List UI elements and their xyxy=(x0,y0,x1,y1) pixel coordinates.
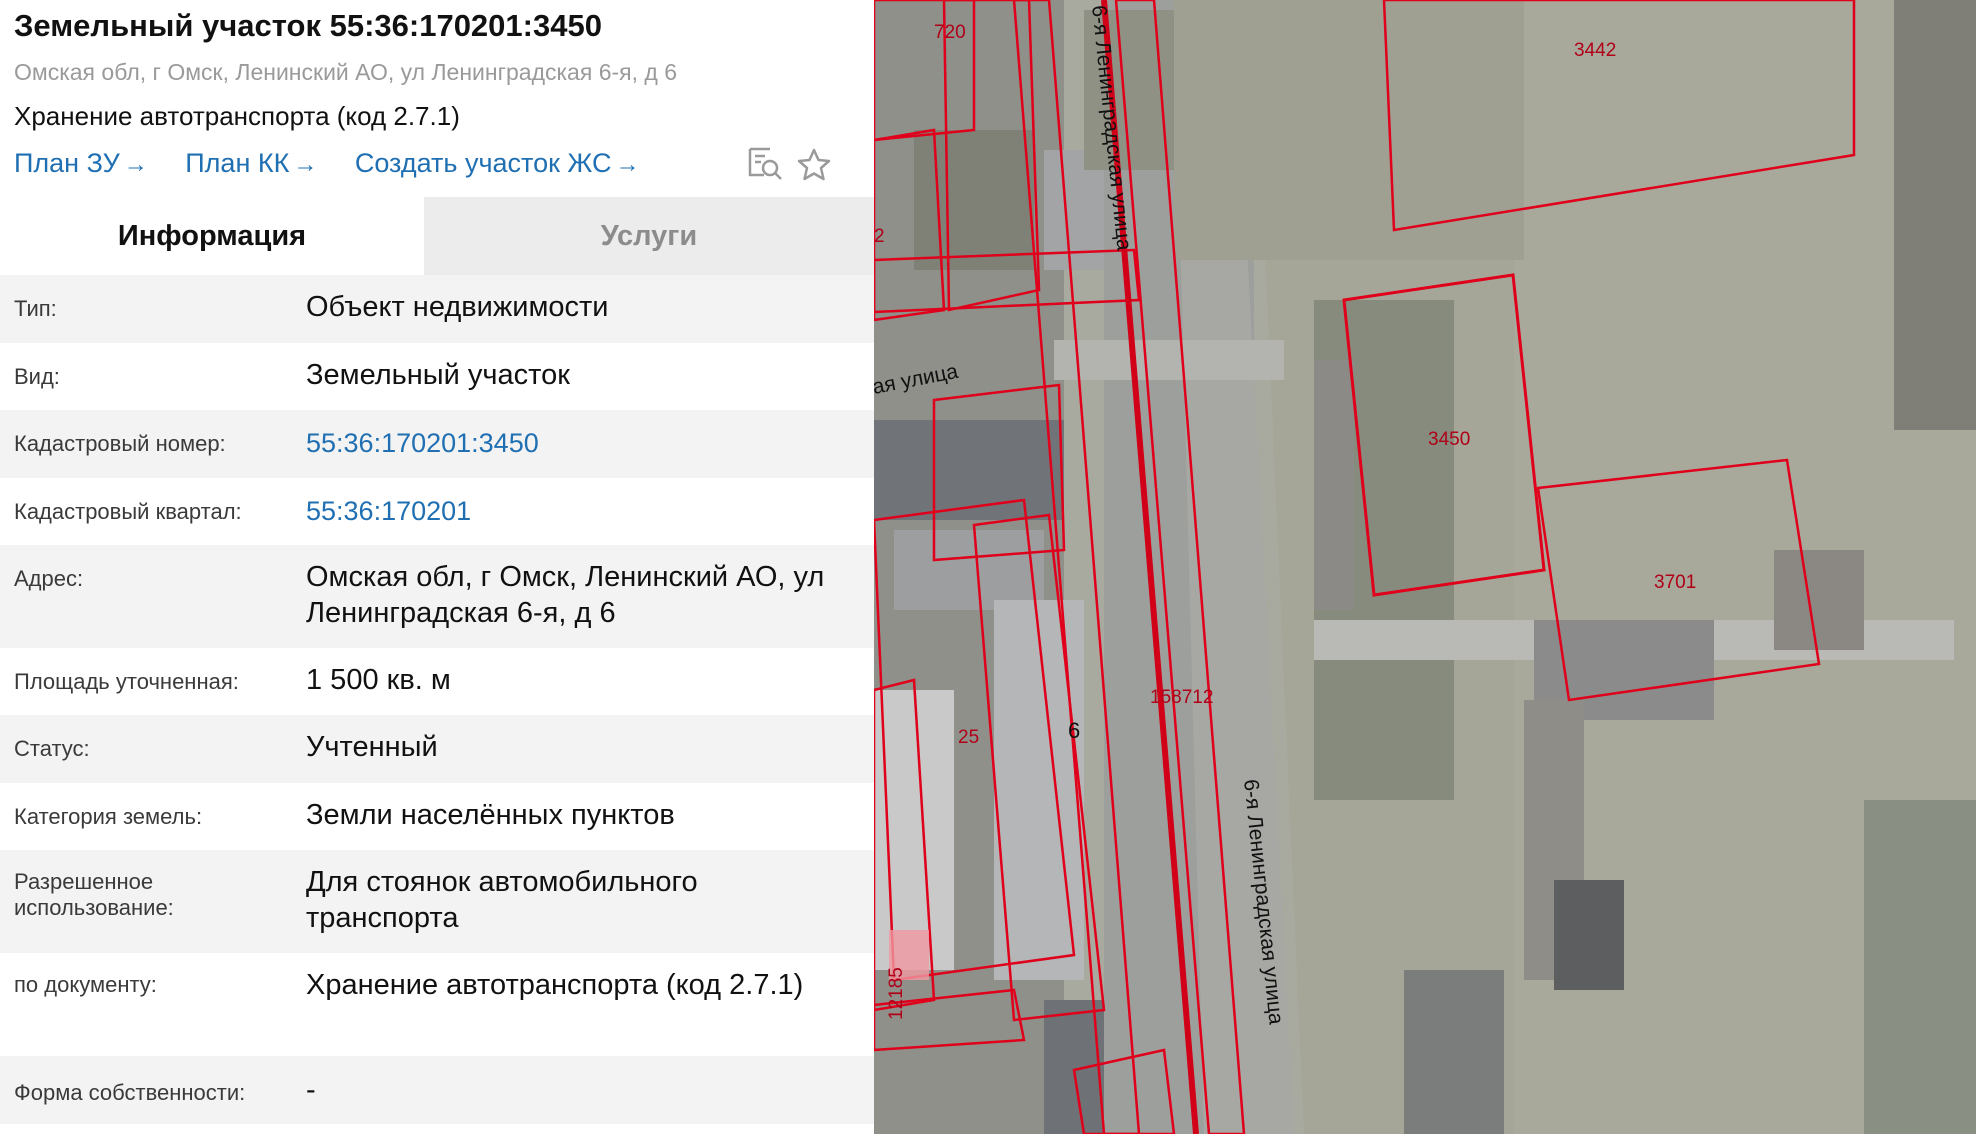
table-row: Тип: Объект недвижимости xyxy=(0,275,874,343)
garages xyxy=(1774,550,1864,650)
row-label: Тип: xyxy=(14,296,57,321)
table-row: Категория земель: Земли населённых пункт… xyxy=(0,783,874,850)
row-value: Учтенный xyxy=(306,731,438,763)
arrow-right-icon: → xyxy=(293,151,318,178)
plan-kk-link[interactable]: План КК → xyxy=(185,148,317,178)
create-zhs-link-label: Создать участок ЖС xyxy=(354,148,612,178)
address-subtitle: Омская обл, г Омск, Ленинский АО, ул Лен… xyxy=(14,59,677,85)
cadastral-number-link[interactable]: 55:36:170201:3450 xyxy=(306,425,846,461)
building xyxy=(914,130,1034,270)
table-row: Кадастровый номер: 55:36:170201:3450 xyxy=(0,410,874,478)
panel-tools xyxy=(746,145,836,185)
parcel-label: 3442 xyxy=(1574,40,1616,61)
tab-services[interactable]: Услуги xyxy=(424,197,874,275)
row-value: Омская обл, г Омск, Ленинский АО, ул Лен… xyxy=(306,561,825,629)
row-label: Кадастровый номер: xyxy=(14,431,226,456)
usage-line: Хранение автотранспорта (код 2.7.1) xyxy=(14,101,460,131)
table-row: Форма собственности: - xyxy=(0,1056,874,1124)
row-value: Объект недвижимости xyxy=(306,291,609,323)
side-street xyxy=(1054,340,1284,380)
garages xyxy=(1314,360,1354,610)
courtyard xyxy=(874,690,954,970)
row-value: Хранение автотранспорта (код 2.7.1) xyxy=(306,969,804,1001)
row-value: - xyxy=(306,1074,316,1106)
house-number-label: 6 xyxy=(1068,718,1080,743)
parcel-label: 158712 xyxy=(1150,687,1213,708)
cadastral-map[interactable]: 720 3442 2 3450 3701 158712 25 6 12185 6… xyxy=(874,0,1976,1134)
row-label: Категория земель: xyxy=(14,804,203,829)
star-icon[interactable] xyxy=(797,148,831,181)
row-label: по документу: xyxy=(14,972,157,997)
row-value: 1 500 кв. м xyxy=(306,664,451,696)
page-title: Земельный участок 55:36:170201:3450 xyxy=(14,8,602,43)
field xyxy=(1174,0,1524,260)
tab-bar: Информация Услуги xyxy=(0,197,874,275)
row-label: Площадь уточненная: xyxy=(14,669,239,694)
table-row: Площадь уточненная: 1 500 кв. м xyxy=(0,648,874,715)
arrow-right-icon: → xyxy=(123,151,148,178)
building xyxy=(894,530,1044,610)
parcel-label: 3701 xyxy=(1654,572,1696,593)
create-zhs-link[interactable]: Создать участок ЖС → xyxy=(355,148,640,178)
search-document-icon[interactable] xyxy=(748,147,782,180)
map-canvas[interactable]: 720 3442 2 3450 3701 158712 25 6 12185 6… xyxy=(874,0,1976,1134)
plan-zu-link-label: План ЗУ xyxy=(14,148,120,178)
parcel-label: 720 xyxy=(934,22,966,43)
building xyxy=(874,420,1064,520)
houses xyxy=(1894,0,1976,430)
table-row: Вид: Земельный участок xyxy=(0,343,874,410)
arrow-right-icon: → xyxy=(615,151,640,178)
row-value: Земельный участок xyxy=(306,359,570,391)
row-label: Вид: xyxy=(14,364,60,389)
table-row: Статус: Учтенный xyxy=(0,715,874,783)
parcel-label: 12185 xyxy=(886,967,907,1020)
plan-zu-link[interactable]: План ЗУ → xyxy=(14,148,148,178)
table-row: Кадастровый квартал: 55:36:170201 xyxy=(0,478,874,545)
parcel-label: 2 xyxy=(874,226,885,247)
tab-information[interactable]: Информация xyxy=(0,197,424,275)
table-row: Разрешенное использование: Для стоянок а… xyxy=(0,850,874,953)
info-table: Тип: Объект недвижимости Вид: Земельный … xyxy=(0,275,874,1124)
info-panel: Земельный участок 55:36:170201:3450 Омск… xyxy=(0,0,874,1134)
parcel-label: 3450 xyxy=(1428,429,1470,450)
table-row: по документу: Хранение автотранспорта (к… xyxy=(0,953,874,1056)
row-value: Земли населённых пунктов xyxy=(306,799,675,831)
trees xyxy=(1864,800,1976,1134)
garages xyxy=(1404,970,1504,1134)
parcel-label: 25 xyxy=(958,727,979,748)
table-row: Адрес: Омская обл, г Омск, Ленинский АО,… xyxy=(0,545,874,648)
row-label: Статус: xyxy=(14,736,90,761)
row-label: Кадастровый квартал: xyxy=(14,499,242,524)
row-label: Разрешенное использование: xyxy=(14,869,174,920)
row-value: Для стоянок автомобильного транспорта xyxy=(306,866,698,934)
plan-kk-link-label: План КК xyxy=(185,148,290,178)
garages xyxy=(1554,880,1624,990)
action-links: План ЗУ → План КК → Создать участок ЖС → xyxy=(14,148,670,179)
cadastral-quarter-link[interactable]: 55:36:170201 xyxy=(306,493,846,529)
row-label: Форма собственности: xyxy=(14,1080,246,1105)
row-label: Адрес: xyxy=(14,566,84,591)
